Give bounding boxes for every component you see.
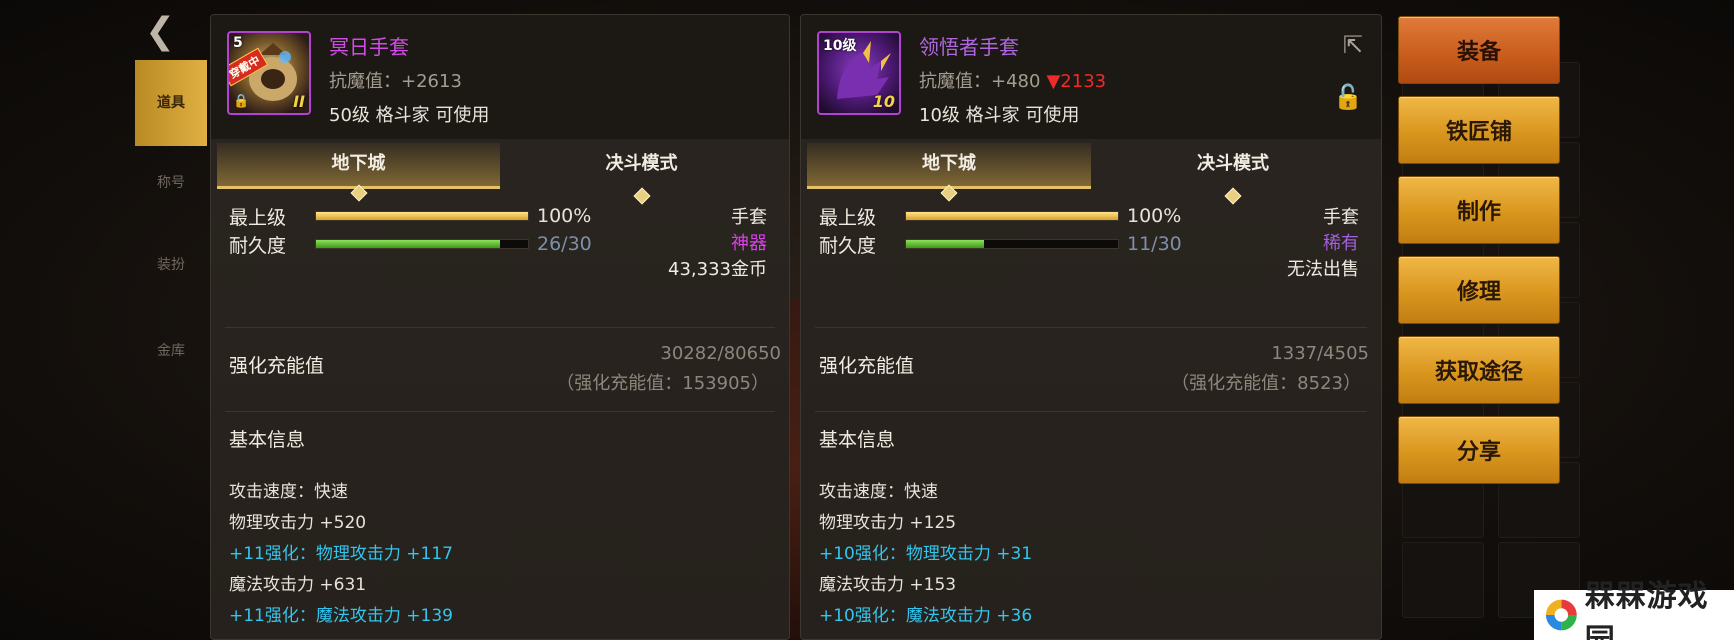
item-type: 手套 — [731, 207, 767, 228]
nav-tab-vault[interactable]: 金库 — [135, 308, 207, 394]
compare-item-tooltip: 10级 10 领悟者手套 抗魔值：+480 ▼2133 10级 格斗家 可使用 ⇱… — [800, 14, 1382, 640]
tab-duel[interactable]: 决斗模式 — [500, 143, 783, 205]
diamond-icon — [940, 184, 958, 202]
tab-duel[interactable]: 决斗模式 — [1091, 143, 1375, 205]
obtain-source-button[interactable]: 获取途径 — [1398, 336, 1560, 404]
diamond-icon — [350, 184, 367, 202]
unlock-icon[interactable]: 🔓 — [1333, 83, 1363, 111]
info-line: +10强化：魔法攻击力 +36 — [819, 606, 1033, 626]
divider — [225, 411, 775, 412]
tab-dungeon[interactable]: 地下城 — [217, 143, 500, 202]
enhance-total: （强化充能值：153905） — [556, 373, 769, 394]
basic-info-title: 基本信息 — [229, 429, 306, 451]
info-line: 物理攻击力 +520 — [229, 513, 367, 533]
item-icon: 5 穿戴中 🔒 II — [227, 31, 311, 115]
item-requirement: 50级 格斗家 可使用 — [329, 105, 490, 126]
durability-bar — [315, 239, 529, 249]
nav-tab-titles[interactable]: 称号 — [135, 140, 207, 226]
info-line: 物理攻击力 +125 — [819, 513, 957, 533]
craft-button[interactable]: 制作 — [1398, 176, 1560, 244]
item-magic-resist: 抗魔值：+480 ▼2133 — [919, 71, 1107, 92]
tab-dungeon[interactable]: 地下城 — [807, 143, 1091, 202]
divider — [815, 411, 1367, 412]
info-line: 魔法攻击力 +153 — [819, 575, 957, 595]
enhance-title: 强化充能值 — [819, 355, 915, 377]
diamond-icon — [633, 187, 650, 205]
max-level-bar — [905, 211, 1119, 221]
equipped-item-tooltip: 5 穿戴中 🔒 II 冥日手套 抗魔值：+2613 50级 格斗家 可使用 地下… — [210, 14, 790, 640]
item-rarity: 稀有 — [1323, 233, 1359, 254]
nav-tab-items[interactable]: 道具 — [135, 60, 207, 146]
durability-row: 耐久度 11/30 — [819, 233, 1182, 257]
enhance-title: 强化充能值 — [229, 355, 325, 377]
equip-button[interactable]: 装备 — [1398, 16, 1560, 84]
item-header: 10级 10 领悟者手套 抗魔值：+480 ▼2133 10级 格斗家 可使用 ⇱… — [801, 15, 1381, 139]
item-magic-resist: 抗魔值：+2613 — [329, 71, 462, 92]
watermark-text: 槑槑游戏园 — [1584, 579, 1709, 640]
share-button[interactable]: 分享 — [1398, 416, 1560, 484]
nav-tab-avatar[interactable]: 装扮 — [135, 222, 207, 308]
mode-tabs: 地下城 决斗模式 — [807, 143, 1375, 205]
background-nav: ❮ 道具 称号 装扮 金库 — [0, 0, 210, 640]
item-rarity: 神器 — [731, 233, 767, 254]
mode-tabs: 地下城 决斗模式 — [217, 143, 783, 205]
info-line: 魔法攻击力 +631 — [229, 575, 367, 595]
info-line: 攻击速度：快速 — [819, 482, 938, 502]
watermark-logo-icon — [1545, 599, 1577, 631]
info-line: +11强化：物理攻击力 +117 — [229, 544, 453, 564]
max-level-bar — [315, 211, 529, 221]
share-icon[interactable]: ⇱ — [1343, 31, 1363, 59]
repair-button[interactable]: 修理 — [1398, 256, 1560, 324]
enhance-progress: 30282/80650 — [660, 343, 781, 364]
item-level-tag: 10级 — [823, 38, 857, 54]
info-line: 攻击速度：快速 — [229, 482, 348, 502]
enhance-progress: 1337/4505 — [1271, 343, 1369, 364]
divider — [815, 327, 1367, 328]
watermark: 槑槑游戏园 — [1534, 579, 1734, 640]
basic-info-title: 基本信息 — [819, 429, 896, 451]
max-level-row: 最上级 100% — [819, 205, 1182, 229]
item-name: 领悟者手套 — [919, 35, 1019, 59]
max-level-row: 最上级 100% — [229, 205, 592, 229]
back-arrow-icon[interactable]: ❮ — [145, 12, 189, 52]
stat-decrease: ▼2133 — [1046, 71, 1107, 92]
item-level-tag: 5 — [233, 35, 243, 51]
item-header: 5 穿戴中 🔒 II 冥日手套 抗魔值：+2613 50级 格斗家 可使用 — [211, 15, 789, 139]
item-type: 手套 — [1323, 207, 1359, 228]
enhance-total: （强化充能值：8523） — [1171, 373, 1361, 394]
divider — [225, 327, 775, 328]
item-price: 无法出售 — [1287, 259, 1359, 280]
durability-row: 耐久度 26/30 — [229, 233, 592, 257]
item-requirement: 10级 格斗家 可使用 — [919, 105, 1080, 126]
item-grade-tag: 10 — [872, 92, 895, 111]
item-icon: 10级 10 — [817, 31, 901, 115]
lock-icon: 🔒 — [233, 94, 250, 109]
item-price: 43,333金币 — [668, 259, 767, 280]
info-line: +11强化：魔法攻击力 +139 — [229, 606, 453, 626]
item-grade-tag: II — [293, 92, 305, 111]
blacksmith-button[interactable]: 铁匠铺 — [1398, 96, 1560, 164]
diamond-icon — [1224, 187, 1242, 205]
item-name: 冥日手套 — [329, 35, 409, 59]
info-line: +10强化：物理攻击力 +31 — [819, 544, 1033, 564]
durability-bar — [905, 239, 1119, 249]
